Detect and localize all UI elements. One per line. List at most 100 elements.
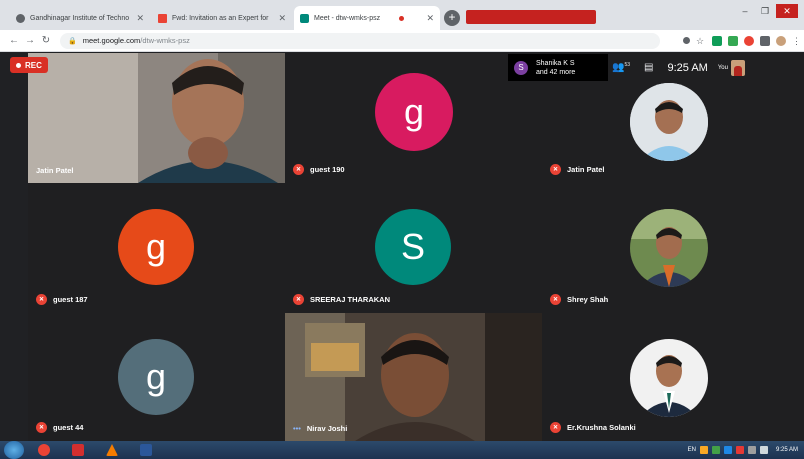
meet-icon [300, 13, 309, 23]
participant-photo [630, 209, 708, 287]
close-window-icon[interactable]: ✕ [776, 4, 798, 18]
close-tab-icon[interactable]: ✕ [132, 13, 144, 24]
new-tab-button[interactable]: + [444, 10, 460, 26]
network-icon[interactable] [747, 446, 756, 454]
tab-gandhinagar[interactable]: Gandhinagar Institute of Techno ✕ [10, 6, 150, 30]
participant-initial-avatar: S [514, 60, 528, 75]
participant-name: ✕ SREERAJ THARAKAN [293, 294, 390, 305]
profile-avatar[interactable] [776, 35, 786, 46]
mic-off-icon: ✕ [550, 422, 561, 433]
participant-video [28, 53, 285, 183]
lock-icon: 🔒 [68, 37, 77, 45]
participant-avatar: g [375, 73, 453, 151]
tab-title: Fwd: Invitation as an Expert for [172, 14, 269, 22]
participant-name: ✕ Shrey Shah [550, 294, 608, 305]
participant-name: ✕ guest 44 [36, 422, 83, 433]
participant-avatar: g [118, 339, 194, 415]
camera-icon[interactable] [683, 37, 690, 44]
url-path: /dtw-wmks-psz [140, 36, 190, 45]
tray-icon[interactable] [735, 446, 744, 454]
puzzle-icon[interactable] [760, 35, 770, 46]
taskbar-acrobat[interactable] [64, 442, 92, 458]
popup-line2: and 42 more [536, 68, 576, 76]
vlc-icon [106, 444, 118, 456]
participant-tile[interactable]: g ✕ guest 44 [28, 313, 285, 441]
self-view-thumbnail[interactable] [730, 59, 745, 76]
tray-icon[interactable] [699, 446, 708, 454]
tab-gmail[interactable]: Fwd: Invitation as an Expert for ✕ [152, 6, 292, 30]
gmail-icon [158, 13, 167, 23]
participant-tile[interactable]: S ✕ SREERAJ THARAKAN [285, 183, 542, 313]
volume-icon[interactable] [759, 446, 768, 454]
participant-name: Jatin Patel [36, 166, 74, 175]
extensions-area: ☆ ⋮ [683, 35, 804, 46]
address-bar[interactable]: 🔒 meet.google.com/dtw-wmks-psz [60, 32, 660, 49]
start-button[interactable] [4, 441, 24, 459]
participant-name: ✕ guest 190 [293, 164, 345, 175]
tab-title: Gandhinagar Institute of Techno [30, 14, 130, 22]
chat-icon[interactable]: ▤ [644, 62, 653, 73]
tab-strip-red-area [466, 10, 596, 24]
globe-icon [16, 13, 25, 23]
participant-photo [630, 83, 708, 161]
browser-tab-bar: Gandhinagar Institute of Techno ✕ Fwd: I… [0, 0, 804, 30]
extension-icon[interactable] [728, 35, 738, 46]
taskbar-chrome[interactable] [30, 442, 58, 458]
participant-photo [630, 339, 708, 417]
maximize-icon[interactable]: ❐ [756, 4, 774, 18]
recording-dot-icon [398, 15, 404, 21]
acrobat-icon [72, 444, 84, 456]
chrome-icon [38, 444, 50, 456]
participant-tile[interactable]: ✕ Er.Krushna Solanki [542, 313, 804, 441]
mic-off-icon: ✕ [36, 294, 47, 305]
participant-tile[interactable]: g ✕ guest 190 [285, 53, 542, 183]
participants-popup[interactable]: S Shanika K S and 42 more [508, 54, 608, 81]
star-icon[interactable]: ☆ [696, 36, 706, 46]
reload-icon[interactable]: ↻ [38, 35, 54, 46]
close-tab-icon[interactable]: ✕ [274, 13, 286, 24]
participant-name: ✕ guest 187 [36, 294, 88, 305]
windows-taskbar: EN 9:25 AM [0, 441, 804, 459]
participant-name: ✕ Jatin Patel [550, 164, 605, 175]
mic-off-icon: ✕ [293, 294, 304, 305]
window-controls: – ❐ ✕ [736, 4, 798, 18]
tab-title: Meet - dtw-wmks-psz [314, 14, 381, 22]
participant-tile[interactable]: Jatin Patel [28, 53, 285, 183]
participant-avatar: g [118, 209, 194, 285]
back-icon[interactable]: ← [6, 35, 22, 46]
language-indicator[interactable]: EN [688, 447, 696, 453]
extension-icon[interactable] [744, 35, 754, 46]
menu-icon[interactable]: ⋮ [792, 36, 801, 46]
system-tray: EN 9:25 AM [688, 446, 804, 454]
browser-toolbar: ← → ↻ 🔒 meet.google.com/dtw-wmks-psz ☆ ⋮ [0, 30, 804, 52]
people-icon[interactable]: 👥53 [612, 62, 630, 73]
participant-tile[interactable]: ✕ Shrey Shah [542, 183, 804, 313]
participant-avatar: S [375, 209, 451, 285]
close-tab-icon[interactable]: ✕ [422, 13, 434, 24]
popup-line1: Shanika K S [536, 59, 575, 67]
recording-badge: REC [10, 57, 48, 73]
word-icon [140, 444, 152, 456]
mic-off-icon: ✕ [550, 164, 561, 175]
participant-name: ✕ Er.Krushna Solanki [550, 422, 636, 433]
meeting-time: 9:25 AM [667, 61, 708, 74]
meet-top-right-bar: 👥53 ▤ 9:25 AM You [612, 54, 804, 81]
forward-icon[interactable]: → [22, 35, 38, 46]
minimize-icon[interactable]: – [736, 4, 754, 18]
meet-stage: Jatin Patel g ✕ guest 190 ✕ Jatin Patel [0, 53, 804, 441]
tray-icon[interactable] [723, 446, 732, 454]
mic-off-icon: ✕ [36, 422, 47, 433]
participant-name: ••• Nirav Joshi [293, 424, 348, 433]
taskbar-vlc[interactable] [98, 442, 126, 458]
taskbar-word[interactable] [132, 442, 160, 458]
participant-tile[interactable]: g ✕ guest 187 [28, 183, 285, 313]
url-host: meet.google.com [82, 36, 141, 45]
record-dot-icon [16, 62, 21, 68]
extension-icon[interactable] [712, 35, 722, 46]
tray-icon[interactable] [711, 446, 720, 454]
tab-meet[interactable]: Meet - dtw-wmks-psz ✕ [294, 6, 440, 30]
participant-tile[interactable]: ••• Nirav Joshi [285, 313, 542, 441]
taskbar-clock[interactable]: 9:25 AM [776, 447, 798, 454]
mic-off-icon: ✕ [293, 164, 304, 175]
mic-off-icon: ✕ [550, 294, 561, 305]
